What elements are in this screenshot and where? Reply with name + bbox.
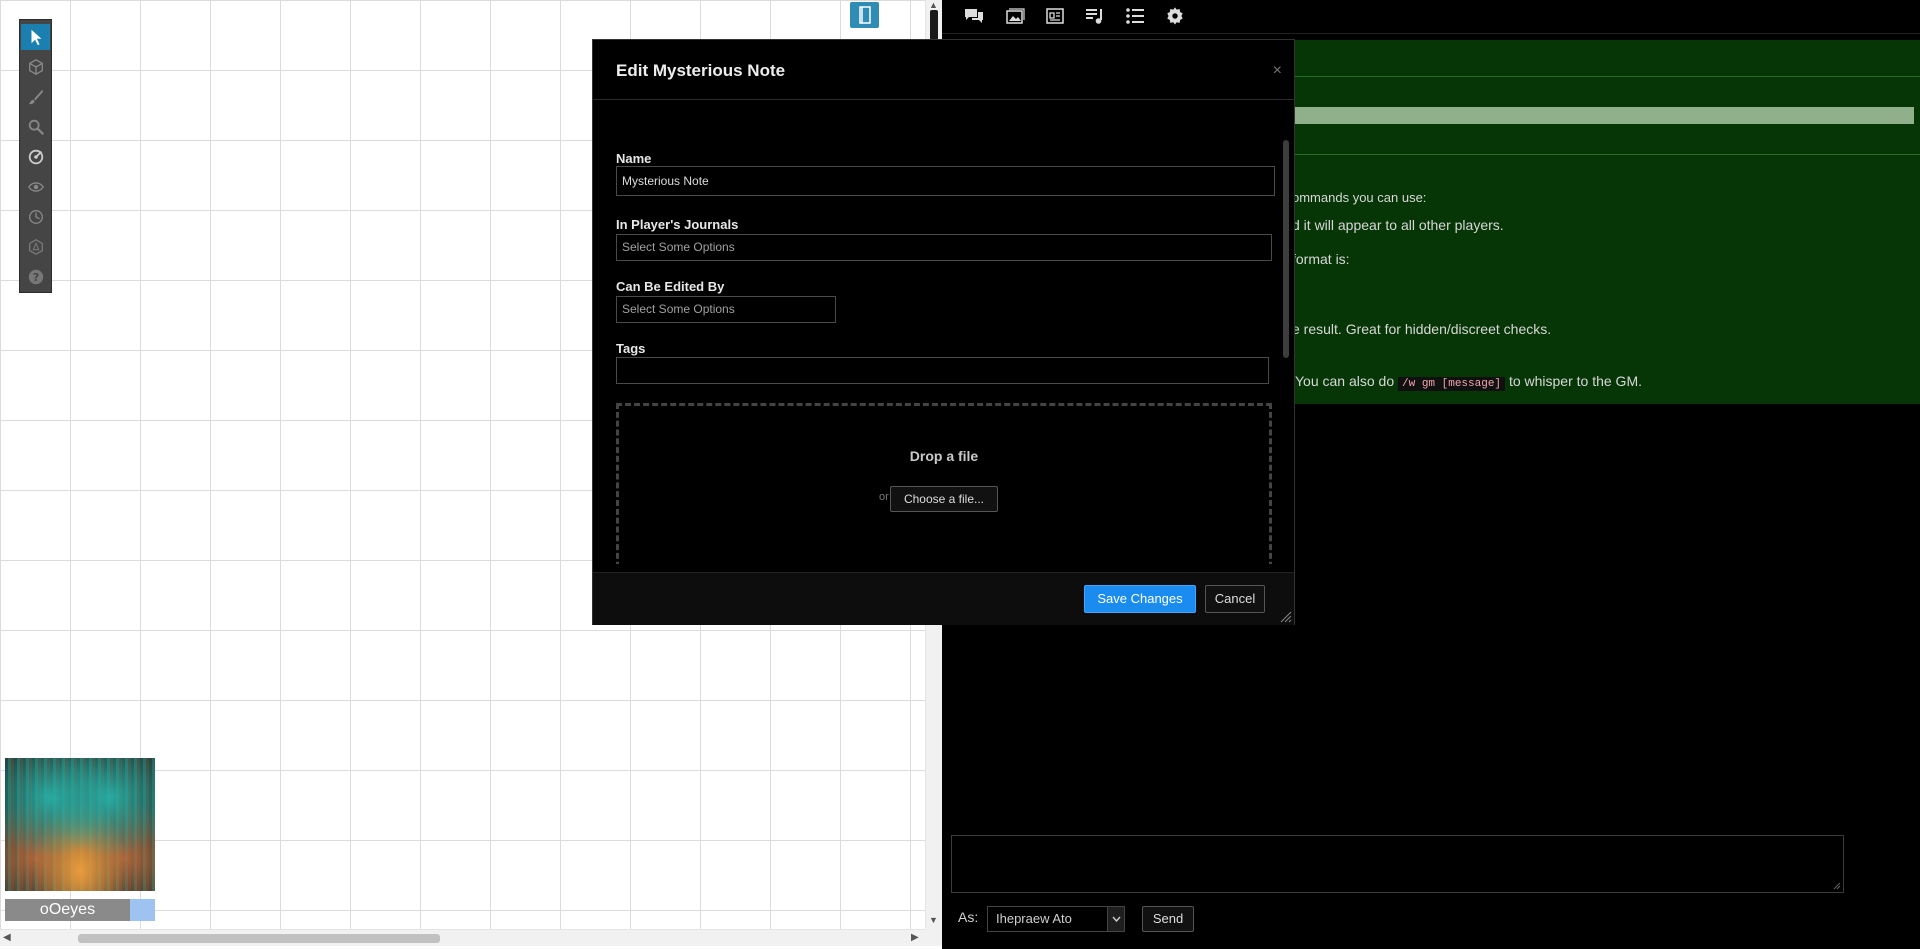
sidebar-tab-bar [942,0,1920,34]
tags-input[interactable] [616,357,1269,384]
help-tool-button[interactable]: ? [21,264,50,290]
turn-tracker-button[interactable] [21,204,50,230]
tab-compendium[interactable] [1123,6,1147,26]
chat-text-line: d it will appear to all other players. [1292,217,1504,233]
journal-icon [1046,8,1064,24]
compendium-icon [1126,8,1144,24]
save-changes-button[interactable]: Save Changes [1084,585,1196,613]
settings-icon [1167,7,1183,25]
resize-handle-icon [1833,882,1841,890]
whisper-command-code: /w gm [message] [1398,377,1506,391]
edited-by-label: Can Be Edited By [616,279,725,294]
close-icon[interactable]: × [1273,62,1282,80]
tab-journal[interactable] [1043,6,1067,26]
tab-jukebox[interactable] [1083,6,1107,26]
dialog-footer: Save Changes Cancel [593,572,1294,625]
svg-text:?: ? [32,271,38,284]
tags-label: Tags [616,341,646,356]
chat-icon [965,9,983,23]
chat-whisper-line: You can also do /w gm [message] to whisp… [1295,373,1642,391]
journals-label: In Player's Journals [616,217,739,232]
chat-text-line: ommands you can use: [1292,190,1427,205]
send-button[interactable]: Send [1142,906,1194,932]
tool-palette: ? [19,19,52,293]
select-icon [31,29,41,46]
dialog-scrollbar-thumb[interactable] [1283,140,1289,358]
scroll-left-icon[interactable]: ◀ [3,932,11,943]
whisper-suffix: to whisper to the GM. [1508,373,1642,389]
zoom-icon [28,119,44,135]
player-color-swatch [130,899,155,921]
speaking-as-value: Ihepraew Ato [996,911,1072,926]
player-avatar-name: oOeyes [5,899,130,921]
name-input[interactable] [616,166,1275,196]
scroll-up-icon[interactable]: ▲ [929,0,938,10]
name-label: Name [616,151,652,166]
select-tool-button[interactable] [21,24,50,50]
file-dropzone[interactable]: Drop a file or Choose a file... [616,403,1272,564]
canvas-horizontal-scroll-thumb[interactable] [78,934,440,943]
measure-tool-button[interactable] [21,144,50,170]
scroll-down-icon[interactable]: ▼ [929,915,938,925]
brush-icon [28,89,43,105]
scrollbar-corner [925,929,942,946]
chat-message-input[interactable] [951,835,1844,893]
dialog-resize-icon[interactable] [1280,611,1292,623]
help-icon: ? [28,269,43,285]
journals-multiselect[interactable]: Select Some Options [616,234,1272,261]
edited-by-multiselect[interactable]: Select Some Options [616,296,836,323]
speaking-as-label: As: [958,909,979,925]
speaking-as-select[interactable]: Ihepraew Ato [987,906,1125,932]
open-handout-button[interactable] [850,2,879,28]
clock-icon [28,210,43,224]
player-avatar[interactable] [5,758,155,891]
jukebox-icon [1086,9,1102,24]
canvas-horizontal-scrollbar[interactable]: ◀ ▶ [0,929,925,946]
art-library-icon [1006,8,1025,24]
dialog-body[interactable]: Name In Player's Journals Select Some Op… [593,100,1294,564]
dialog-header: Edit Mysterious Note × [593,40,1294,100]
ruler-icon [28,149,43,165]
token-tool-button[interactable] [21,234,50,260]
dialog-title: Edit Mysterious Note [616,61,786,80]
cancel-button[interactable]: Cancel [1205,585,1265,613]
zoom-tool-button[interactable] [21,114,50,140]
draw-tool-button[interactable] [21,84,50,110]
fog-tool-button[interactable] [21,174,50,200]
dropzone-or-text: or [879,491,889,503]
chat-text-line: format is: [1292,251,1350,267]
dropzone-title: Drop a file [909,448,979,464]
token-icon [28,239,43,255]
tab-chat[interactable] [962,6,986,26]
whisper-prefix: You can also do [1295,373,1395,389]
tab-art-library[interactable] [1003,6,1027,26]
eye-icon [27,182,44,192]
tab-settings[interactable] [1163,6,1187,26]
shape-tool-button[interactable] [21,54,50,80]
journal-page-icon [858,6,871,24]
canvas-vertical-scroll-thumb[interactable] [930,10,938,40]
edit-handout-dialog: Edit Mysterious Note × Name In Player's … [592,39,1295,625]
choose-file-button[interactable]: Choose a file... [890,486,998,512]
chat-text-line: e result. Great for hidden/discreet chec… [1292,321,1552,337]
chevron-down-icon[interactable] [1107,907,1124,931]
scroll-right-icon[interactable]: ▶ [911,932,919,943]
cube-icon [28,59,43,75]
